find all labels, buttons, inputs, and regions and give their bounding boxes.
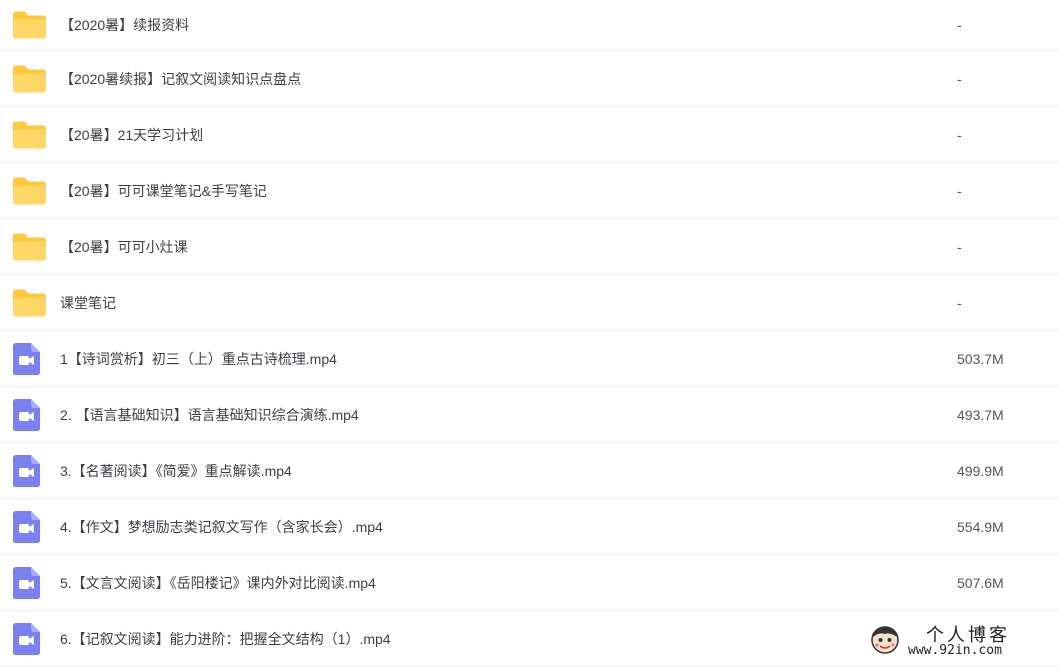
file-row-video[interactable]: 4.【作文】梦想励志类记叙文写作（含家长会）.mp4 554.9M [0,499,1059,555]
file-size: - [957,126,962,143]
file-name: 5.【文言文阅读】《岳阳楼记》课内外对比阅读.mp4 [60,574,376,591]
file-name: 3.【名著阅读】《简爱》重点解读.mp4 [60,462,292,479]
file-size: 507.6M [957,574,1004,591]
blog-watermark: 个人博客 www.92in.com [866,619,1059,661]
file-size: - [957,17,962,33]
file-name: 2. 【语言基础知识】语言基础知识综合演练.mp4 [60,406,359,423]
cartoon-avatar-icon [871,626,899,654]
watermark-url: www.92in.com [908,643,1002,658]
file-name: 【20暑】可可小灶课 [60,238,188,255]
file-size: 499.9M [957,462,1004,479]
file-name: 【2020暑】续报资料 [60,17,190,33]
video-file-icon [13,454,40,487]
file-name: 1【诗词赏析】初三（上）重点古诗梳理.mp4 [60,350,337,367]
file-name: 6.【记叙文阅读】能力进阶：把握全文结构（1）.mp4 [60,630,391,647]
video-file-icon [13,566,40,599]
file-name: 4.【作文】梦想励志类记叙文写作（含家长会）.mp4 [60,518,383,535]
file-row-folder[interactable]: 【2020暑】续报资料 - [0,0,1059,51]
file-size: - [957,238,962,255]
folder-icon [13,11,46,39]
file-size: - [957,70,962,87]
video-file-icon [13,510,40,543]
video-file-icon [13,342,40,375]
file-size: 503.7M [957,350,1004,367]
folder-icon [13,289,46,316]
video-file-icon [13,622,40,655]
file-row-folder[interactable]: 【20暑】21天学习计划 - [0,107,1059,163]
file-size: 493.7M [957,406,1004,423]
folder-icon [13,177,46,204]
file-row-video[interactable]: 5.【文言文阅读】《岳阳楼记》课内外对比阅读.mp4 507.6M [0,555,1059,611]
file-name: 【20暑】21天学习计划 [60,126,204,143]
file-row-folder[interactable]: 课堂笔记 - [0,275,1059,331]
file-size: 554.9M [957,518,1004,535]
folder-icon [13,233,46,260]
file-row-video[interactable]: 1【诗词赏析】初三（上）重点古诗梳理.mp4 503.7M [0,331,1059,387]
file-size: - [957,294,962,311]
file-row-video[interactable]: 2. 【语言基础知识】语言基础知识综合演练.mp4 493.7M [0,387,1059,443]
file-row-folder[interactable]: 【20暑】可可小灶课 - [0,219,1059,275]
file-size: - [957,182,962,199]
file-name: 课堂笔记 [60,294,116,311]
folder-icon [13,121,46,148]
file-row-folder[interactable]: 【20暑】可可课堂笔记&手写笔记 - [0,163,1059,219]
folder-icon [13,65,46,92]
file-name: 【2020暑续报】记叙文阅读知识点盘点 [60,70,302,87]
file-row-video[interactable]: 3.【名著阅读】《简爱》重点解读.mp4 499.9M [0,443,1059,499]
file-name: 【20暑】可可课堂笔记&手写笔记 [60,182,267,199]
file-list: 【2020暑】续报资料 - 【2020暑续报】记叙文阅读知识点盘点 - 【20暑… [0,0,1059,667]
video-file-icon [13,398,40,431]
file-row-folder[interactable]: 【2020暑续报】记叙文阅读知识点盘点 - [0,51,1059,107]
